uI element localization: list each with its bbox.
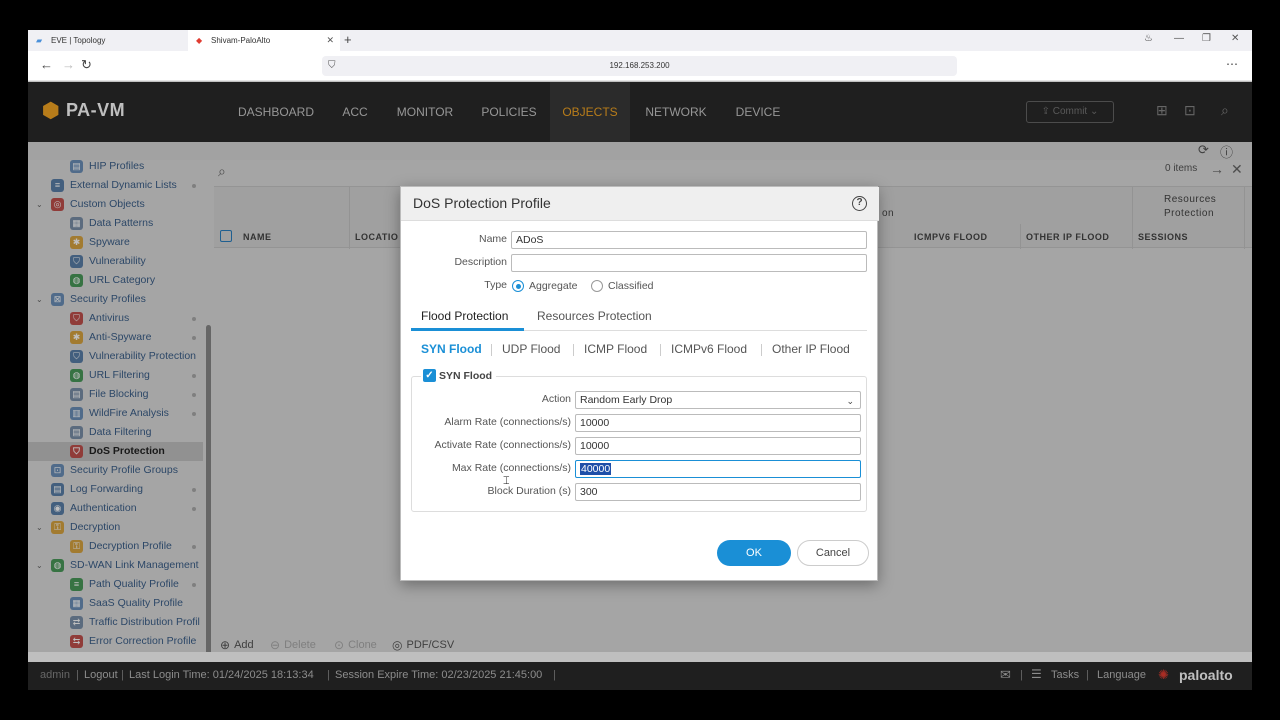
action-select[interactable]: Random Early Drop ⌄ [575, 391, 861, 409]
syn-flood-checkbox-label: SYN Flood [439, 369, 493, 382]
dos-protection-profile-dialog: DoS Protection Profile ? Name ADoS Descr… [400, 186, 879, 581]
type-aggregate-radio[interactable]: Aggregate [512, 280, 577, 292]
alarm-rate-input[interactable]: 10000 [575, 414, 861, 432]
active-tab-indicator [411, 328, 524, 331]
subtab-divider [660, 344, 661, 356]
max-rate-label: Max Rate (connections/s) [451, 462, 571, 474]
close-tab-icon[interactable]: ✕ [326, 35, 334, 46]
profile-tabs: Flood Protection Resources Protection [411, 307, 867, 331]
subtab-other-ip-flood[interactable]: Other IP Flood [772, 342, 850, 356]
browser-tab[interactable]: ▰ EVE | Topology [28, 30, 188, 51]
dialog-header: DoS Protection Profile ? [401, 187, 879, 221]
chevron-down-icon: ⌄ [846, 396, 854, 406]
radio-selected-icon [512, 280, 524, 292]
dialog-title: DoS Protection Profile [413, 195, 551, 211]
radio-label: Classified [608, 280, 654, 292]
help-icon[interactable]: ? [852, 196, 867, 211]
block-duration-label: Block Duration (s) [487, 485, 571, 497]
new-tab-icon[interactable]: + [344, 32, 352, 47]
mouse-cursor-icon: ⌶ [503, 475, 510, 487]
description-label: Description [454, 256, 507, 268]
ok-button[interactable]: OK [717, 540, 791, 566]
radio-label: Aggregate [529, 280, 578, 292]
minimize-icon[interactable]: — [1174, 33, 1184, 44]
tab-resources-protection[interactable]: Resources Protection [537, 309, 652, 323]
eve-favicon-icon: ▰ [36, 35, 43, 45]
subtab-udp-flood[interactable]: UDP Flood [502, 342, 560, 356]
name-input[interactable]: ADoS [511, 231, 867, 249]
tab-flood-protection[interactable]: Flood Protection [421, 309, 508, 323]
type-label: Type [484, 279, 507, 291]
fire-icon[interactable]: ♨ [1144, 33, 1153, 44]
type-classified-radio[interactable]: Classified [591, 280, 654, 292]
forward-icon[interactable]: → [62, 57, 75, 72]
activate-rate-input[interactable]: 10000 [575, 437, 861, 455]
max-rate-input[interactable]: 40000 [575, 460, 861, 478]
shield-icon[interactable]: ⛉ [328, 56, 336, 76]
browser-tab-active[interactable]: ◆ Shivam-PaloAlto ✕ [188, 30, 340, 51]
subtab-icmpv6-flood[interactable]: ICMPv6 Flood [671, 342, 747, 356]
subtab-divider [491, 344, 492, 356]
action-select-value: Random Early Drop [580, 394, 673, 406]
browser-tab-title: EVE | Topology [51, 36, 106, 45]
close-window-icon[interactable]: ✕ [1231, 33, 1239, 44]
back-icon[interactable]: ← [40, 57, 53, 72]
alarm-rate-label: Alarm Rate (connections/s) [444, 416, 571, 428]
activate-rate-label: Activate Rate (connections/s) [434, 439, 571, 451]
description-input[interactable] [511, 254, 867, 272]
browser-nav-bar: ← → ↻ ⛉ 192.168.253.200 ⋯ [28, 51, 1252, 81]
radio-unselected-icon [591, 280, 603, 292]
name-label: Name [478, 233, 507, 245]
restore-icon[interactable]: ❐ [1202, 33, 1211, 44]
address-bar[interactable]: ⛉ 192.168.253.200 [322, 56, 957, 76]
subtab-syn-flood[interactable]: SYN Flood [421, 342, 482, 356]
subtab-divider [573, 344, 574, 356]
subtab-icmp-flood[interactable]: ICMP Flood [584, 342, 647, 356]
address-text: 192.168.253.200 [609, 61, 670, 70]
reload-icon[interactable]: ↻ [81, 57, 92, 73]
syn-flood-checkbox[interactable]: ✓ SYN Flood [421, 369, 497, 382]
checkmark-icon: ✓ [423, 369, 436, 382]
paloalto-favicon-icon: ◆ [196, 35, 203, 45]
cancel-button[interactable]: Cancel [797, 540, 869, 566]
menu-icon[interactable]: ⋯ [1226, 57, 1238, 71]
action-label: Action [541, 393, 571, 405]
block-duration-input[interactable]: 300 [575, 483, 861, 501]
browser-tab-bar: ▰ EVE | Topology ◆ Shivam-PaloAlto ✕ + ♨… [28, 30, 1252, 51]
max-rate-selected-text: 40000 [580, 463, 612, 475]
subtab-divider [761, 344, 762, 356]
browser-tab-title: Shivam-PaloAlto [211, 36, 271, 45]
